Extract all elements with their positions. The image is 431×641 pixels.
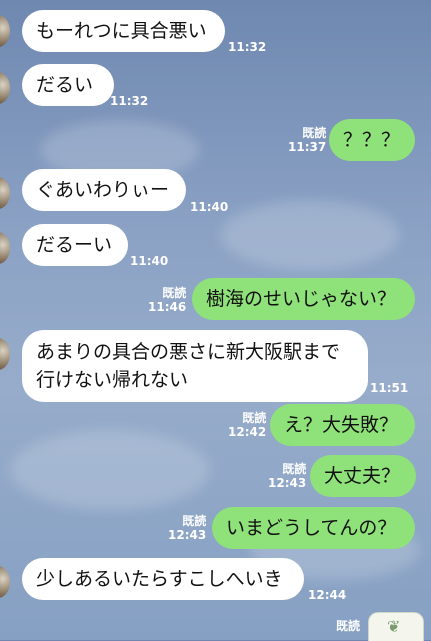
message-time: 12:44 <box>308 588 347 602</box>
read-receipt: 既読 <box>182 514 207 528</box>
message-time: 12:42 <box>228 425 267 439</box>
message-text: だるい <box>36 73 94 96</box>
message-time: 11:32 <box>110 94 149 108</box>
message-bubble[interactable]: あまりの具合の悪さに新大阪駅まで行けない帰れない <box>22 330 368 402</box>
message-bubble[interactable]: だるい <box>22 64 114 106</box>
message-meta: 既読 12:42 <box>228 411 266 439</box>
message-text: 大丈夫？ <box>324 464 401 487</box>
message-time: 11:46 <box>148 300 187 314</box>
message-meta: 既読 11:37 <box>288 126 326 154</box>
read-receipt: 既読 <box>302 126 327 140</box>
message-time: 11:37 <box>288 140 327 154</box>
message-time: 12:43 <box>168 528 207 542</box>
message-text: いまどうしてんの？ <box>226 516 397 539</box>
message-time: 11:32 <box>228 40 267 54</box>
message-bubble[interactable]: もーれつに具合悪い <box>22 10 225 52</box>
message-meta: 既読 12:43 <box>268 462 306 490</box>
message-bubble[interactable]: ぐあいわりぃー <box>22 169 186 211</box>
message-text: ぐあいわりぃー <box>36 178 170 201</box>
message-bubble[interactable]: 大丈夫？ <box>310 455 416 497</box>
message-time: 12:43 <box>268 476 307 490</box>
avatar[interactable] <box>0 338 10 370</box>
message-bubble[interactable]: 樹海のせいじゃない？ <box>192 278 415 320</box>
avatar[interactable] <box>0 232 10 264</box>
message-time: 11:51 <box>370 381 409 395</box>
read-receipt: 既読 <box>282 462 307 476</box>
message-text: 少しあるいたらすこしへいき <box>36 567 283 590</box>
message-text: だるーい <box>36 233 113 256</box>
message-text: あまりの具合の悪さに新大阪駅まで行けない帰れない <box>36 341 341 391</box>
message-meta: 既読 <box>336 619 360 633</box>
sticker-icon: ❦ <box>387 617 401 636</box>
avatar[interactable] <box>0 566 10 598</box>
avatar[interactable] <box>0 15 10 47</box>
message-time: 11:40 <box>130 254 169 268</box>
message-meta: 既読 12:43 <box>168 514 206 542</box>
avatar[interactable] <box>0 177 10 209</box>
message-bubble[interactable]: だるーい <box>22 224 128 266</box>
message-meta: 既読 11:46 <box>148 286 186 314</box>
read-receipt: 既読 <box>162 286 187 300</box>
message-text: もーれつに具合悪い <box>36 19 207 42</box>
message-time: 11:40 <box>190 200 229 214</box>
read-receipt: 既読 <box>336 619 361 633</box>
message-bubble[interactable]: ？？？ <box>329 119 415 161</box>
message-text: え？大失敗？ <box>284 413 399 436</box>
sticker-message[interactable]: ❦ <box>368 612 424 641</box>
avatar[interactable] <box>0 72 10 104</box>
message-text: 樹海のせいじゃない？ <box>206 287 397 310</box>
message-bubble[interactable]: いまどうしてんの？ <box>212 507 415 549</box>
message-text: ？？？ <box>343 128 401 151</box>
read-receipt: 既読 <box>242 411 267 425</box>
message-bubble[interactable]: え？大失敗？ <box>270 404 415 446</box>
message-bubble[interactable]: 少しあるいたらすこしへいき <box>22 558 304 600</box>
